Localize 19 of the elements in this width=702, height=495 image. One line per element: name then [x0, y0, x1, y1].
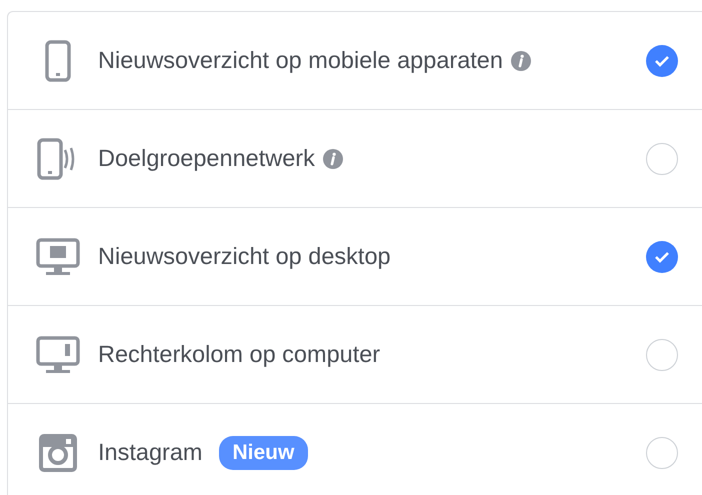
- placement-label: Nieuwsoverzicht op mobiele apparaten: [98, 47, 503, 74]
- placement-checkbox[interactable]: [646, 142, 678, 174]
- info-icon[interactable]: [322, 148, 343, 168]
- phone-icon: [45, 40, 71, 82]
- camera-icon: [39, 434, 77, 472]
- placement-label: Rechterkolom op computer: [98, 341, 380, 368]
- placement-checkbox[interactable]: [646, 44, 678, 76]
- placement-label: Doelgroepennetwerk: [98, 145, 315, 172]
- desktop-icon: [36, 238, 80, 276]
- check-icon: [654, 54, 670, 66]
- info-icon[interactable]: [510, 50, 531, 70]
- placement-checkbox[interactable]: [646, 240, 678, 272]
- placement-label: Nieuwsoverzicht op desktop: [98, 243, 391, 270]
- placement-checkbox[interactable]: [646, 436, 678, 468]
- desktop-icon: [36, 336, 80, 374]
- new-badge: Nieuw: [218, 436, 308, 470]
- placement-checkbox[interactable]: [646, 338, 678, 370]
- check-icon: [654, 250, 670, 262]
- placement-label: Instagram: [98, 439, 202, 466]
